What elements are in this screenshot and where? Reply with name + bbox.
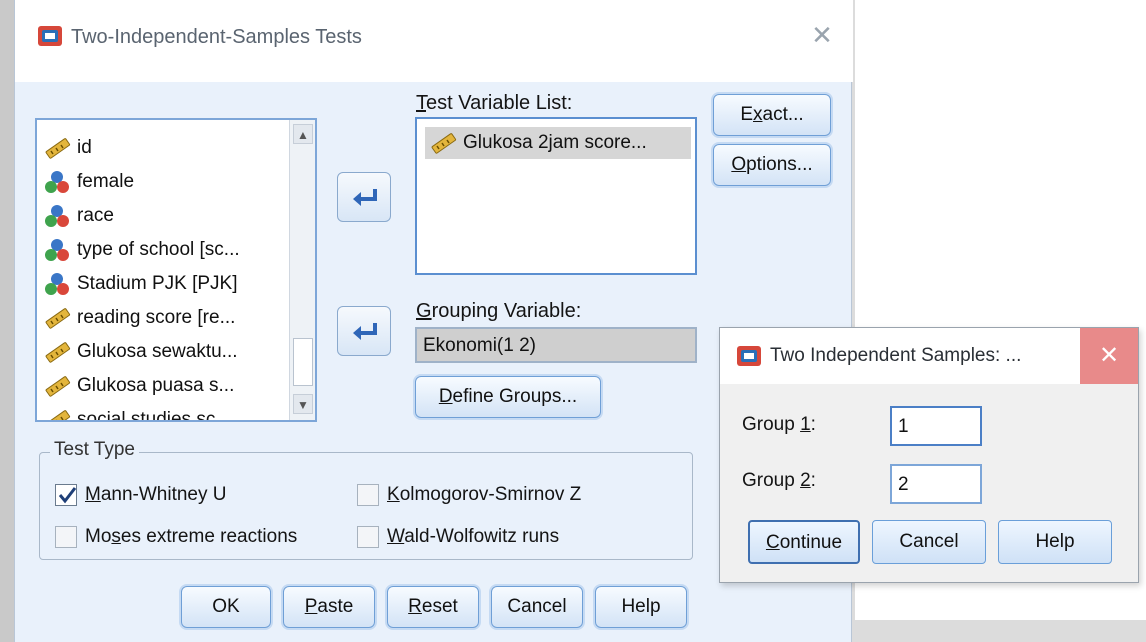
list-item-label: type of school [sc... (77, 239, 240, 260)
kolmogorov-smirnov-checkbox[interactable] (357, 484, 379, 506)
checkmark-icon (58, 487, 77, 504)
moses-extreme-label[interactable]: Moses extreme reactions (85, 526, 297, 548)
list-item[interactable]: reading score [re... (43, 302, 235, 334)
mann-whitney-label[interactable]: Mann-Whitney U (85, 484, 227, 506)
reset-button[interactable]: Reset (387, 586, 479, 628)
wald-wolfowitz-label[interactable]: Wald-Wolfowitz runs (387, 526, 559, 548)
grouping-variable-label: Grouping Variable: (416, 300, 582, 322)
test-variable-list[interactable]: Glukosa 2jam score... (415, 117, 697, 275)
define-groups-title: Two Independent Samples: ... (770, 345, 1022, 366)
cancel-button[interactable]: Cancel (491, 586, 583, 628)
dialog-title: Two-Independent-Samples Tests (71, 26, 362, 48)
dialog-titlebar: Two-Independent-Samples Tests ✕ (15, 0, 853, 82)
define-groups-dialog: Two Independent Samples: ... ✕ Group 1: … (719, 327, 1139, 583)
list-item-label: Glukosa sewaktu... (77, 341, 238, 362)
group1-input[interactable]: 1 (890, 406, 982, 446)
list-item[interactable]: type of school [sc... (43, 234, 240, 266)
scale-ruler-icon (45, 138, 71, 159)
list-item[interactable]: id (43, 132, 92, 164)
scale-ruler-icon (45, 410, 71, 420)
arrow-left-icon (353, 189, 377, 206)
kolmogorov-smirnov-label[interactable]: Kolmogorov-Smirnov Z (387, 484, 581, 506)
nominal-circles-icon (45, 273, 69, 295)
list-item-label: social studies sc... (77, 409, 232, 422)
help-button[interactable]: Help (595, 586, 687, 628)
move-to-grouping-button[interactable] (337, 306, 391, 356)
define-groups-button[interactable]: Define Groups... (415, 376, 601, 418)
list-item-label: female (77, 171, 135, 192)
scale-ruler-icon (45, 376, 71, 397)
wald-wolfowitz-checkbox[interactable] (357, 526, 379, 548)
nominal-circles-icon (45, 205, 69, 227)
help-button[interactable]: Help (998, 520, 1112, 564)
test-type-legend: Test Type (50, 439, 139, 461)
scroll-up-icon[interactable]: ▲ (293, 124, 313, 144)
paste-button[interactable]: Paste (283, 586, 375, 628)
list-item[interactable]: social studies sc... (43, 404, 232, 422)
continue-button[interactable]: Continue (748, 520, 860, 564)
list-scrollbar[interactable]: ▲ ▼ (289, 120, 315, 420)
nominal-circles-icon (45, 171, 69, 193)
options-button[interactable]: Options... (713, 144, 831, 186)
list-item[interactable]: race (43, 200, 114, 232)
list-item-label: Stadium PJK [PJK] (77, 273, 238, 294)
spss-app-icon (737, 346, 761, 366)
list-item-label: id (77, 137, 92, 158)
test-variable-list-label: Test Variable List: (416, 92, 573, 114)
group2-input[interactable]: 2 (890, 464, 982, 504)
list-item[interactable]: female (43, 166, 134, 198)
list-item-label: race (77, 205, 114, 226)
list-item[interactable]: Glukosa 2jam score... (425, 127, 691, 159)
list-item-label: Glukosa 2jam score... (463, 132, 647, 153)
group2-label: Group 2: (742, 470, 816, 491)
list-item-label: Glukosa puasa s... (77, 375, 235, 396)
scroll-thumb[interactable] (293, 338, 313, 386)
mann-whitney-checkbox[interactable] (55, 484, 77, 506)
moses-extreme-checkbox[interactable] (55, 526, 77, 548)
grouping-variable-field[interactable]: Ekonomi(1 2) (415, 327, 697, 363)
scale-ruler-icon (431, 133, 457, 154)
spss-app-icon (38, 26, 62, 46)
scale-ruler-icon (45, 342, 71, 363)
list-item[interactable]: Stadium PJK [PJK] (43, 268, 238, 300)
ok-button[interactable]: OK (181, 586, 271, 628)
exact-button[interactable]: Exact... (713, 94, 831, 136)
scale-ruler-icon (45, 308, 71, 329)
list-item[interactable]: Glukosa puasa s... (43, 370, 234, 402)
nominal-circles-icon (45, 239, 69, 261)
group1-label: Group 1: (742, 414, 816, 435)
scroll-down-icon[interactable]: ▼ (293, 394, 313, 414)
close-icon[interactable]: ✕ (1080, 328, 1138, 384)
move-to-test-list-button[interactable] (337, 172, 391, 222)
define-groups-titlebar: Two Independent Samples: ... ✕ (720, 328, 1138, 384)
close-icon[interactable]: ✕ (807, 20, 837, 50)
cancel-button[interactable]: Cancel (872, 520, 986, 564)
list-item[interactable]: Glukosa sewaktu... (43, 336, 238, 368)
background-window-footer (855, 620, 1146, 642)
arrow-left-icon (353, 323, 377, 340)
source-variable-list[interactable]: social studies sc... Glukosa puasa s... Gl… (35, 118, 317, 422)
background-window-edge (0, 0, 14, 642)
list-item-label: reading score [re... (77, 307, 236, 328)
